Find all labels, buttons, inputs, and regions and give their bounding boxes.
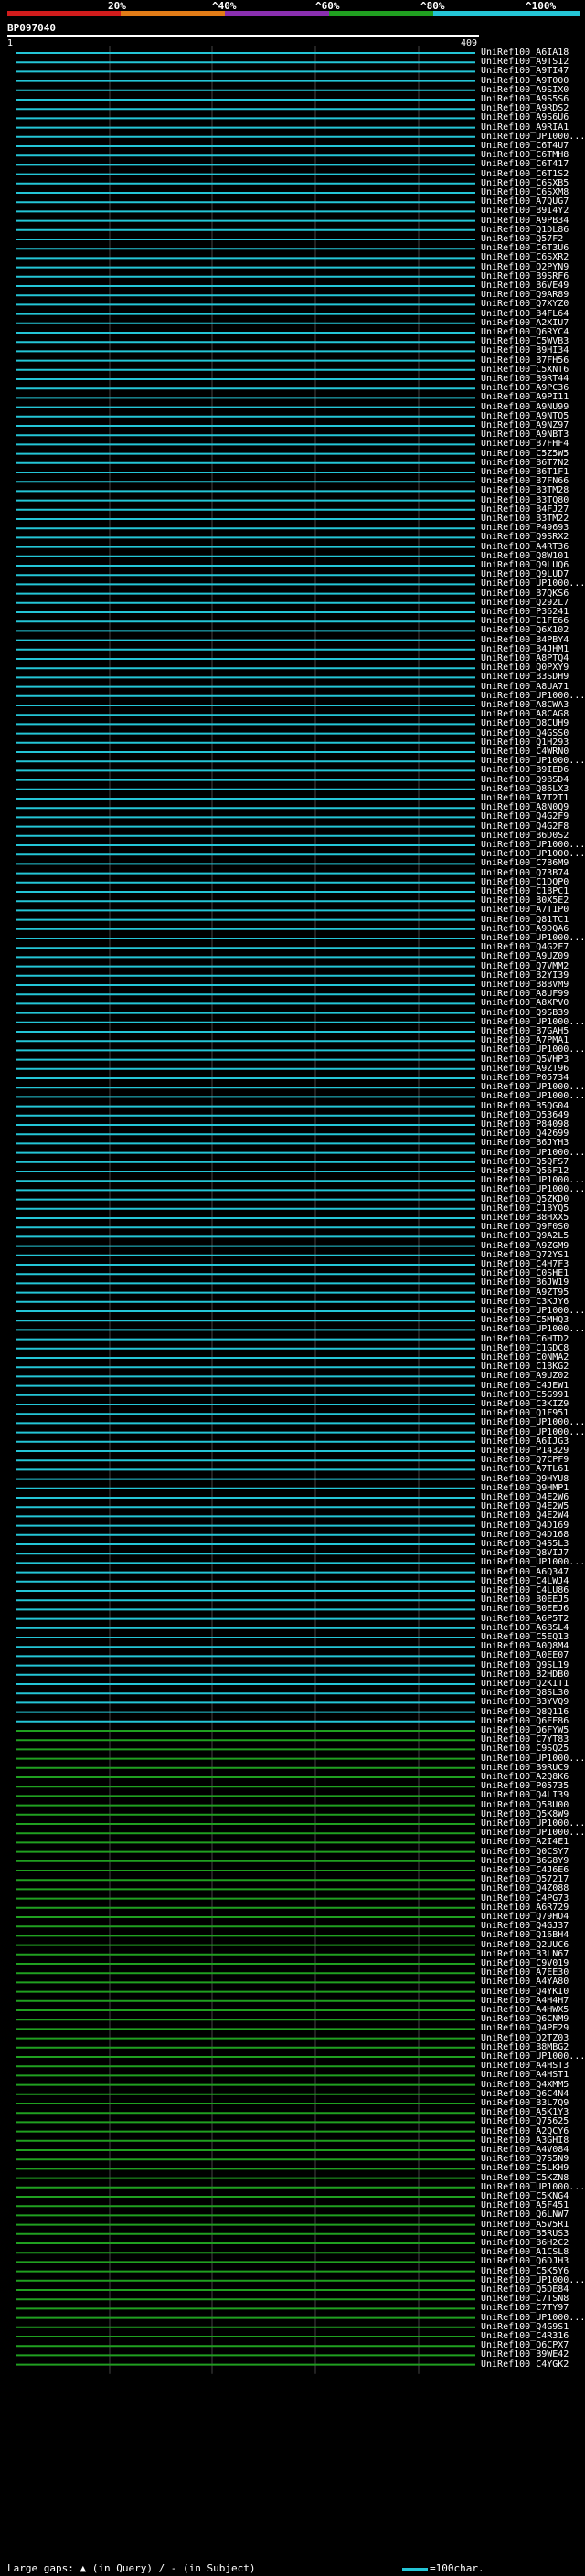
footer: Large gaps: ▲ (in Query) / - (in Subject…	[0, 2560, 585, 2575]
scale-bar	[402, 2568, 428, 2571]
hit-label[interactable]: UniRef100_C4YGK2	[481, 2359, 569, 2369]
footer-gaps-legend: Large gaps: ▲ (in Query) / - (in Subject…	[7, 2562, 256, 2574]
footer-scale-label: =100char.	[430, 2562, 484, 2574]
